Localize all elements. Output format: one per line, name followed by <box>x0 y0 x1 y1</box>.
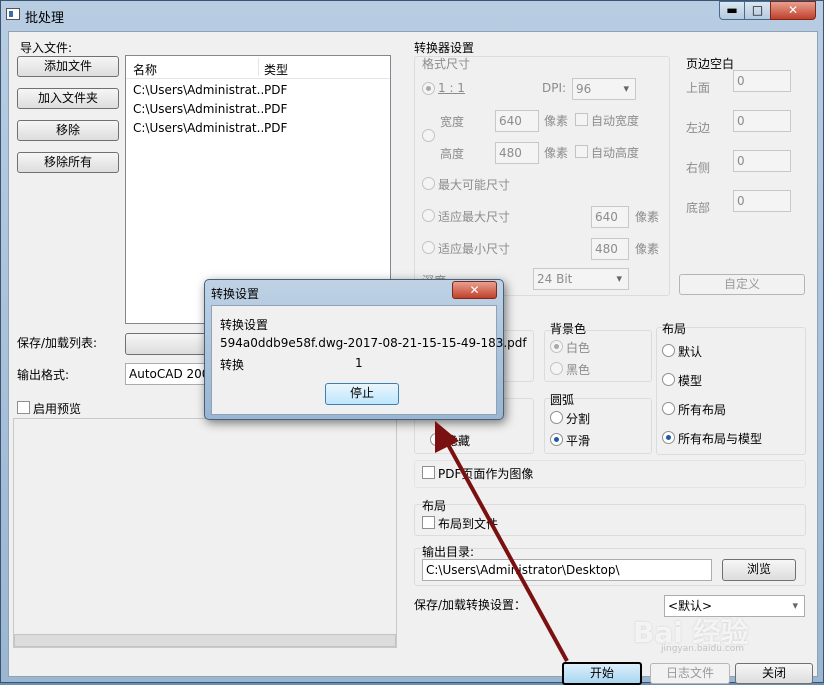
arrow-head <box>435 421 459 453</box>
batch-window: 批处理 ▬ □ ✕ 导入文件: 添加文件 加入文件夹 移除 移除所有 名称 类型… <box>0 0 824 685</box>
arrow-shaft <box>443 438 569 662</box>
annotation-arrow <box>435 421 569 662</box>
